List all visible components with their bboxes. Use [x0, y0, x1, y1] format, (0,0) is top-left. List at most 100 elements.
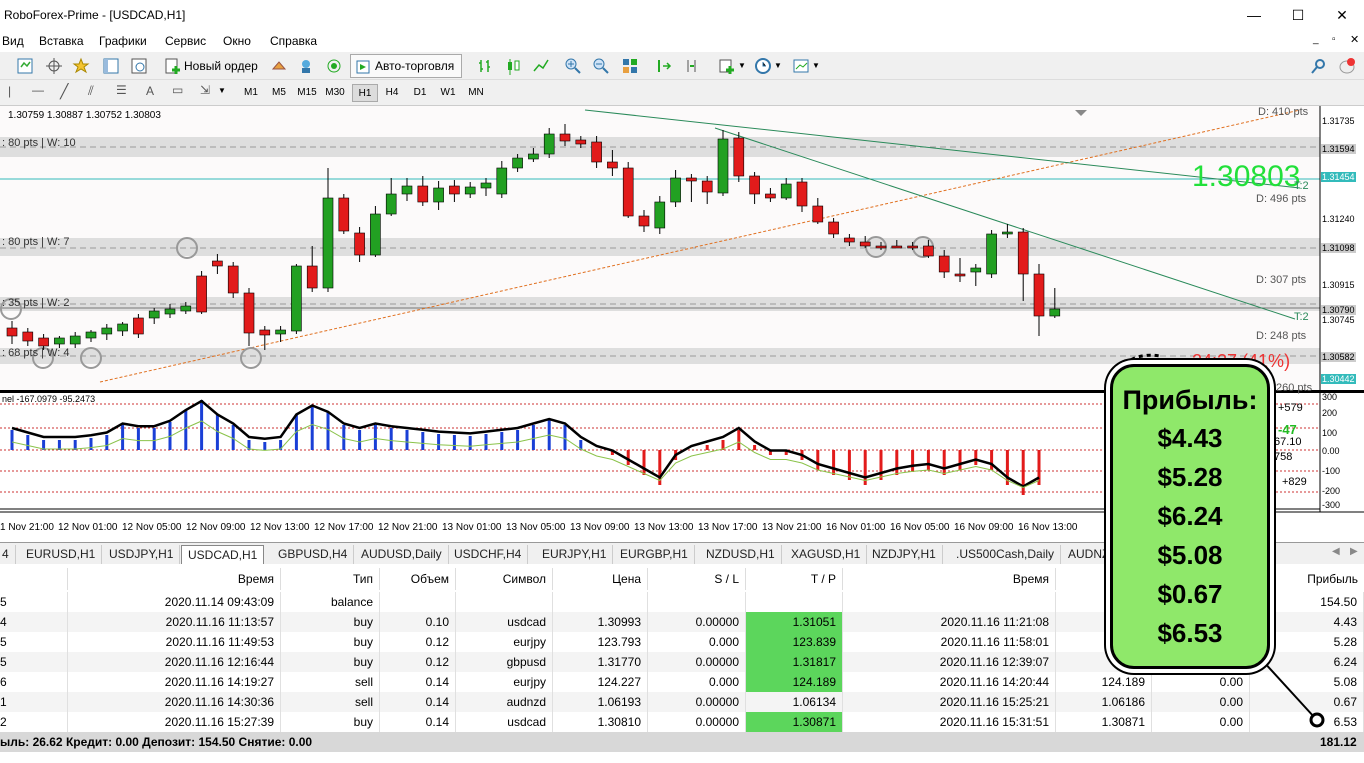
tf-m30[interactable]: M30 [322, 84, 348, 102]
tab-usdcad[interactable]: USDCAD,H1 [181, 545, 265, 564]
profiles-icon[interactable] [16, 57, 34, 75]
candle-body [496, 167, 508, 195]
chevron-down-icon[interactable]: ▼ [774, 61, 782, 70]
candle-body [291, 265, 302, 332]
account-summary-bar: ыль: 26.62 Кредит: 0.00 Депозит: 154.50 … [0, 732, 1364, 752]
candlestick-icon[interactable] [504, 57, 522, 75]
cell-type: buy [281, 712, 380, 732]
tab-xagusd[interactable]: XAGUSD,H1 [785, 545, 868, 564]
tab-nzdjpy[interactable]: NZDJPY,H1 [866, 545, 943, 564]
col-close-time-header[interactable]: Время [843, 568, 1056, 590]
autoscroll-icon[interactable] [655, 57, 673, 75]
text-label-icon[interactable]: ▭ [172, 83, 183, 97]
mdi-close-icon[interactable]: ✕ [1350, 33, 1359, 46]
col-volume-header[interactable]: Объем [380, 568, 456, 590]
terminal-icon[interactable] [130, 57, 148, 75]
mdi-restore-icon[interactable]: ▫ [1332, 34, 1336, 45]
tf-h4[interactable]: H4 [379, 84, 405, 102]
mdi-minimize-icon[interactable]: _ [1313, 34, 1319, 45]
cell-volume: 0.10 [380, 612, 456, 632]
signals-icon[interactable] [297, 57, 315, 75]
tab-usdjpy[interactable]: USDJPY,H1 [103, 545, 181, 564]
cell-tp: 1.06134 [746, 692, 843, 712]
scroll-right-icon[interactable]: ▶ [1350, 546, 1358, 557]
cell-price: 1.30993 [553, 612, 648, 632]
col-order-header[interactable] [0, 568, 68, 590]
tf-d1[interactable]: D1 [407, 84, 433, 102]
price-tick: 1.31594 [1321, 144, 1356, 154]
col-time-header[interactable]: Время [68, 568, 281, 590]
cell-volume: 0.12 [380, 632, 456, 652]
market-watch-icon[interactable] [270, 57, 288, 75]
col-tp-header[interactable]: T / P [746, 568, 843, 590]
close-button[interactable]: ✕ [1322, 4, 1362, 26]
chevron-down-icon[interactable]: ▼ [218, 86, 226, 95]
chevron-down-icon[interactable]: ▼ [738, 61, 746, 70]
indicators-icon[interactable] [718, 57, 736, 75]
tile-windows-icon[interactable] [621, 57, 639, 75]
tab-audusd[interactable]: AUDUSD,Daily [355, 545, 449, 564]
templates-icon[interactable] [792, 57, 810, 75]
trendline-icon[interactable]: ╱ [60, 83, 68, 100]
tab-partial[interactable]: 4 [0, 545, 16, 564]
candle-body [954, 273, 966, 277]
maximize-button[interactable]: ☐ [1278, 4, 1318, 26]
zoom-out-icon[interactable] [592, 57, 610, 75]
tf-h1[interactable]: H1 [352, 84, 378, 102]
zoom-in-icon[interactable] [564, 57, 582, 75]
fibonacci-icon[interactable]: ☰ [116, 83, 127, 97]
tab-eurusd[interactable]: EURUSD,H1 [20, 545, 103, 564]
minimize-button[interactable]: — [1234, 4, 1274, 26]
arrows-icon[interactable]: ⇲ [200, 83, 210, 97]
col-price-header[interactable]: Цена [553, 568, 648, 590]
col-symbol-header[interactable]: Символ [456, 568, 553, 590]
notifications-icon[interactable] [1338, 57, 1356, 75]
tf-mn[interactable]: MN [463, 84, 489, 102]
tf-m5[interactable]: M5 [266, 84, 292, 102]
cell-tp: 1.30871 [746, 712, 843, 732]
candle-body [1017, 231, 1029, 275]
vertical-line-icon[interactable]: | [8, 84, 11, 98]
cell-price: 1.31770 [553, 652, 648, 672]
autotrading-button[interactable]: Авто-торговля [350, 54, 462, 78]
chart-shift-icon[interactable] [683, 57, 701, 75]
new-order-button[interactable]: Новый ордер [162, 56, 262, 76]
equidistant-channel-icon[interactable]: ⫽ [88, 83, 94, 99]
tab-us500cash[interactable]: .US500Cash,Daily [950, 545, 1062, 564]
candle-body [243, 292, 255, 334]
navigator-icon[interactable] [102, 57, 120, 75]
time-tick: 12 Nov 01:00 [58, 522, 118, 533]
line-chart-icon[interactable] [532, 57, 550, 75]
menu-window[interactable]: Окно [223, 34, 251, 48]
drawing-toolbar: | — ╱ ⫽ ☰ A ▭ ⇲ ▼ M1 M5 M15 M30 H1 H4 D1… [0, 80, 1364, 106]
candle-body [449, 185, 460, 195]
menu-charts[interactable]: Графики [99, 34, 147, 48]
menu-view[interactable]: Вид [2, 34, 24, 48]
search-icon[interactable] [1310, 57, 1328, 75]
tf-m1[interactable]: M1 [238, 84, 264, 102]
menu-service[interactable]: Сервис [165, 34, 206, 48]
favorites-icon[interactable] [72, 57, 90, 75]
time-tick: 13 Nov 13:00 [634, 522, 694, 533]
tab-usdchf[interactable]: USDCHF,H4 [448, 545, 529, 564]
tab-eurgbp[interactable]: EURGBP,H1 [614, 545, 695, 564]
text-icon[interactable]: A [146, 84, 154, 98]
tab-nzdusd[interactable]: NZDUSD,H1 [700, 545, 782, 564]
menu-insert[interactable]: Вставка [39, 34, 84, 48]
chevron-down-icon[interactable]: ▼ [812, 61, 820, 70]
tf-w1[interactable]: W1 [435, 84, 461, 102]
tab-gbpusd[interactable]: GBPUSD,H4 [272, 545, 355, 564]
col-sl-header[interactable]: S / L [648, 568, 746, 590]
menu-help[interactable]: Справка [270, 34, 317, 48]
tf-m15[interactable]: M15 [294, 84, 320, 102]
tab-eurjpy[interactable]: EURJPY,H1 [536, 545, 614, 564]
autotrading-label: Авто-торговля [375, 59, 455, 73]
horizontal-line-icon[interactable]: — [32, 83, 44, 97]
radio-icon[interactable] [325, 57, 343, 75]
candle-body [938, 255, 950, 273]
col-type-header[interactable]: Тип [281, 568, 380, 590]
bar-chart-icon[interactable] [476, 57, 494, 75]
periods-clock-icon[interactable] [754, 57, 772, 75]
scroll-left-icon[interactable]: ◀ [1332, 546, 1340, 557]
crosshair-icon[interactable] [45, 57, 63, 75]
